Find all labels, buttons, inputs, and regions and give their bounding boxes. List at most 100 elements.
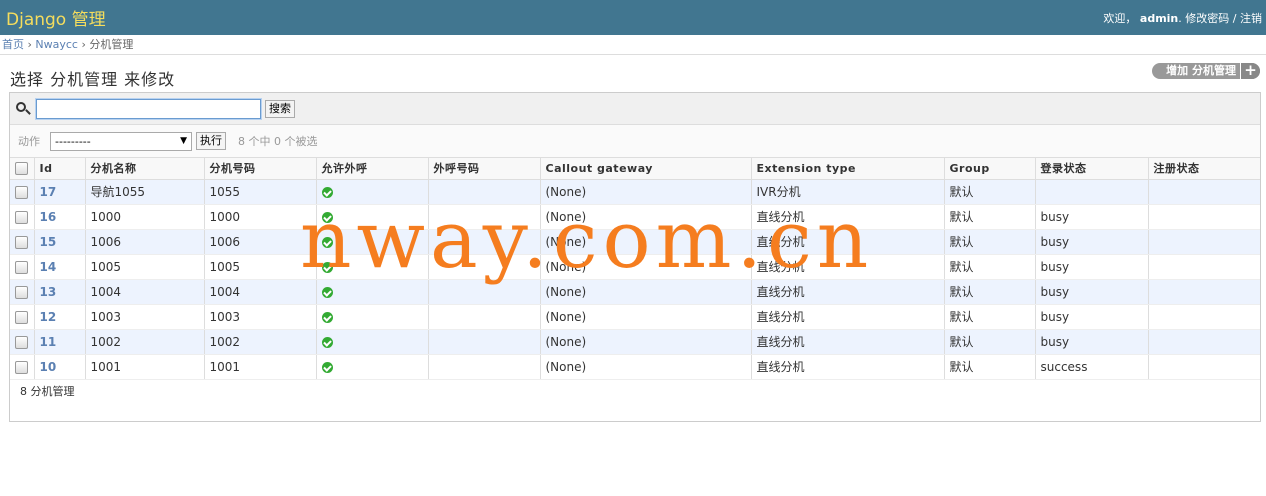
- column-header[interactable]: Extension type: [750, 158, 944, 180]
- allow-cell: [315, 304, 428, 330]
- name-cell: 1006: [84, 229, 204, 255]
- number-cell: 1004: [203, 279, 316, 305]
- row-checkbox[interactable]: [15, 360, 28, 374]
- row-select-cell: [10, 329, 34, 355]
- column-header[interactable]: Group: [943, 158, 1035, 180]
- register-cell: [1147, 204, 1260, 230]
- login-cell: busy: [1034, 204, 1148, 230]
- column-header[interactable]: 外呼号码: [427, 158, 540, 180]
- breadcrumb-separator: ›: [27, 38, 32, 51]
- login-cell: busy: [1034, 304, 1148, 330]
- table-row: 17 导航1055 1055 (None) IVR分机 默认: [10, 179, 1260, 205]
- out-number-cell: [427, 179, 540, 205]
- column-header[interactable]: 登录状态: [1034, 158, 1148, 180]
- group-cell: 默认: [943, 229, 1035, 255]
- gateway-cell: (None): [539, 304, 751, 330]
- number-cell: 1002: [203, 329, 316, 355]
- username: admin: [1139, 11, 1179, 25]
- paginator: 8 分机管理: [20, 385, 75, 398]
- table-row: 10 1001 1001 (None) 直线分机 默认 success: [10, 354, 1260, 380]
- name-cell: 1002: [84, 329, 204, 355]
- row-checkbox[interactable]: [15, 310, 28, 324]
- row-id-link[interactable]: 13: [40, 285, 57, 299]
- page-title: 选择 分机管理 来修改: [10, 70, 176, 89]
- id-cell: 10: [33, 354, 85, 380]
- select-all-checkbox[interactable]: [15, 162, 28, 175]
- register-cell: [1147, 229, 1260, 255]
- row-id-link[interactable]: 14: [40, 260, 57, 274]
- row-checkbox[interactable]: [15, 235, 28, 249]
- login-cell: busy: [1034, 329, 1148, 355]
- column-header[interactable]: Id: [33, 158, 85, 180]
- action-select[interactable]: --------- ▼: [50, 131, 192, 151]
- gateway-cell: (None): [539, 354, 751, 380]
- column-header[interactable]: 允许外呼: [315, 158, 428, 180]
- yes-icon: [321, 261, 333, 273]
- row-id-link[interactable]: 15: [40, 235, 57, 249]
- number-cell: 1000: [203, 204, 316, 230]
- name-cell: 1004: [84, 279, 204, 305]
- group-cell: 默认: [943, 254, 1035, 280]
- out-number-cell: [427, 204, 540, 230]
- column-header[interactable]: 注册状态: [1147, 158, 1260, 180]
- breadcrumb-app[interactable]: Nwaycc: [35, 38, 78, 51]
- login-cell: busy: [1034, 229, 1148, 255]
- plus-icon: +: [1240, 63, 1260, 79]
- row-id-link[interactable]: 11: [40, 335, 57, 349]
- type-cell: 直线分机: [750, 304, 944, 330]
- select-all-header: [10, 158, 34, 180]
- allow-cell: [315, 179, 428, 205]
- table-header-row: Id 分机名称 分机号码 允许外呼 外呼号码 Callout gateway E…: [10, 158, 1260, 180]
- changelist: 搜索 动作 --------- ▼ 执行 8 个中 0 个被选 Id 分机名称 …: [9, 92, 1261, 422]
- search-icon: [14, 99, 34, 119]
- logout-link[interactable]: 注销: [1240, 12, 1262, 25]
- group-cell: 默认: [943, 279, 1035, 305]
- column-header[interactable]: Callout gateway: [539, 158, 751, 180]
- add-extension-button[interactable]: 增加 分机管理 +: [1152, 63, 1260, 79]
- welcome-text: 欢迎，: [1103, 11, 1137, 25]
- breadcrumb-current: 分机管理: [89, 38, 134, 51]
- id-cell: 16: [33, 204, 85, 230]
- row-id-link[interactable]: 16: [40, 210, 57, 224]
- group-cell: 默认: [943, 354, 1035, 380]
- search-toolbar: 搜索: [10, 93, 1260, 125]
- search-input[interactable]: [35, 97, 262, 120]
- breadcrumb-home[interactable]: 首页: [2, 38, 24, 51]
- row-checkbox[interactable]: [15, 285, 28, 299]
- row-select-cell: [10, 254, 34, 280]
- actions-label: 动作: [18, 135, 40, 148]
- column-header[interactable]: 分机号码: [203, 158, 316, 180]
- row-select-cell: [10, 204, 34, 230]
- row-checkbox[interactable]: [15, 210, 28, 224]
- row-id-link[interactable]: 17: [40, 185, 57, 199]
- out-number-cell: [427, 229, 540, 255]
- search-button[interactable]: 搜索: [265, 99, 295, 118]
- row-checkbox[interactable]: [15, 335, 28, 349]
- id-cell: 15: [33, 229, 85, 255]
- gateway-cell: (None): [539, 254, 751, 280]
- allow-cell: [315, 354, 428, 380]
- number-cell: 1003: [203, 304, 316, 330]
- yes-icon: [321, 186, 333, 198]
- change-password-link[interactable]: 修改密码: [1185, 12, 1229, 25]
- register-cell: [1147, 329, 1260, 355]
- column-header[interactable]: 分机名称: [84, 158, 204, 180]
- row-id-link[interactable]: 10: [40, 360, 57, 374]
- name-cell: 1001: [84, 354, 204, 380]
- yes-icon: [321, 361, 333, 373]
- row-checkbox[interactable]: [15, 260, 28, 274]
- number-cell: 1055: [203, 179, 316, 205]
- type-cell: 直线分机: [750, 254, 944, 280]
- allow-cell: [315, 329, 428, 355]
- type-cell: 直线分机: [750, 229, 944, 255]
- run-action-button[interactable]: 执行: [196, 132, 226, 150]
- allow-cell: [315, 229, 428, 255]
- type-cell: 直线分机: [750, 354, 944, 380]
- site-brand[interactable]: Django 管理: [6, 5, 106, 30]
- row-checkbox[interactable]: [15, 185, 28, 199]
- name-cell: 1005: [84, 254, 204, 280]
- number-cell: 1005: [203, 254, 316, 280]
- yes-icon: [321, 311, 333, 323]
- user-tools-separator: /: [1232, 11, 1237, 25]
- row-id-link[interactable]: 12: [40, 310, 57, 324]
